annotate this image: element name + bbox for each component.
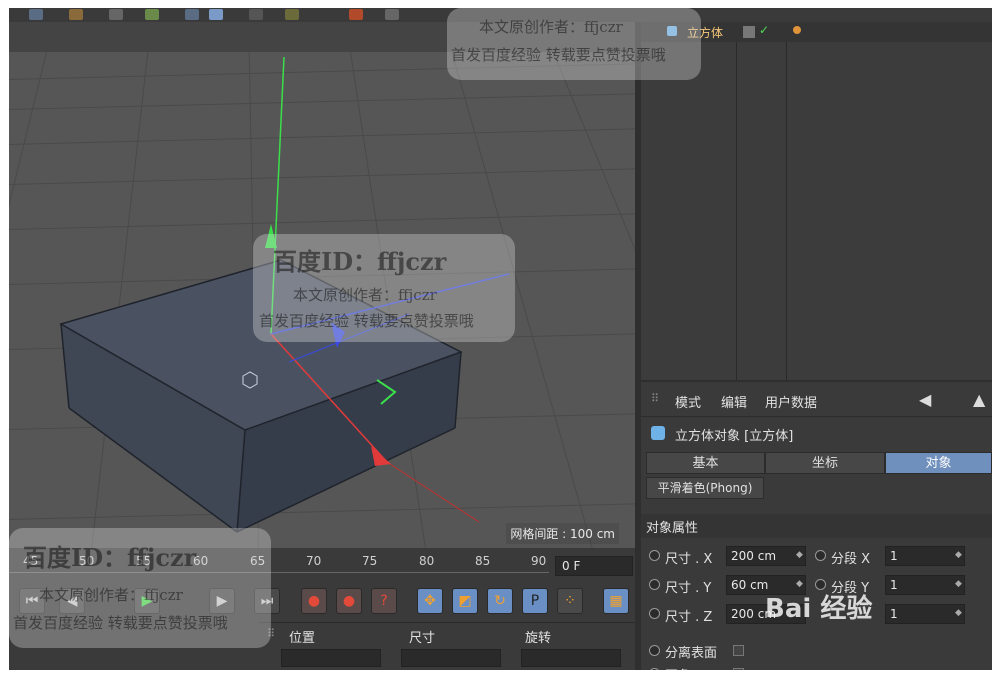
- watermark-bottom-left: 百度ID：ffjczr 本文原创作者：ffjczr 首发百度经验 转载要点赞投票…: [9, 528, 271, 648]
- back-arrow-icon[interactable]: ◀: [919, 390, 931, 409]
- fillet-checkbox[interactable]: [733, 668, 744, 670]
- baidu-logo-watermark: Bai 经验: [765, 594, 873, 624]
- tool-icon[interactable]: [249, 9, 263, 20]
- animate-radio[interactable]: [649, 645, 660, 656]
- menu-user-data[interactable]: 用户数据: [765, 392, 817, 411]
- up-arrow-icon[interactable]: ▲: [973, 390, 985, 409]
- timeline-tick: 75: [362, 554, 378, 568]
- checkmark-icon[interactable]: ✓: [759, 23, 769, 37]
- size-x-field[interactable]: 200 cm: [726, 546, 806, 566]
- size-y-label: 尺寸 . Y: [665, 581, 712, 596]
- tool-icon[interactable]: [109, 9, 123, 20]
- coord-rotation-header: 旋转: [525, 631, 552, 646]
- segments-z-field[interactable]: 1: [885, 604, 965, 624]
- record-key-icon[interactable]: ●: [301, 588, 327, 614]
- menu-mode[interactable]: 模式: [675, 392, 701, 411]
- segments-x-field[interactable]: 1: [885, 546, 965, 566]
- separate-surfaces-checkbox[interactable]: [733, 645, 744, 656]
- tool-icon[interactable]: [145, 9, 159, 20]
- rotate-tool-icon[interactable]: ↻: [487, 588, 513, 614]
- menu-edit[interactable]: 编辑: [721, 392, 747, 411]
- coord-size-header: 尺寸: [409, 631, 436, 646]
- watermark-author: 本文原创作者：ffjczr: [479, 18, 623, 36]
- grip-icon[interactable]: ⠿: [651, 392, 659, 405]
- coord-position-field[interactable]: [281, 649, 381, 667]
- watermark-source: 首发百度经验 转载要点赞投票哦: [13, 614, 228, 632]
- segments-y-field[interactable]: 1: [885, 575, 965, 595]
- fillet-label: 圆角: [665, 665, 691, 670]
- size-z-label: 尺寸 . Z: [665, 610, 713, 625]
- tab-coordinates[interactable]: 坐标: [765, 452, 885, 474]
- size-x-label: 尺寸 . X: [665, 552, 713, 567]
- watermark-top: 本文原创作者：ffjczr 首发百度经验 转载要点赞投票哦: [447, 8, 701, 80]
- stepper-icon[interactable]: ◆: [955, 579, 962, 589]
- material-tag-icon[interactable]: [793, 26, 801, 34]
- section-title: 对象属性: [646, 521, 699, 536]
- tab-object[interactable]: 对象: [885, 452, 992, 474]
- object-title: 立方体对象 [立方体]: [675, 429, 794, 444]
- animate-radio[interactable]: [649, 550, 660, 561]
- segments-x-label: 分段 X: [831, 552, 871, 567]
- watermark-author: 本文原创作者：ffjczr: [293, 286, 437, 304]
- attributes-menubar: ⠿ 模式 编辑 用户数据 ◀ ▲: [641, 382, 992, 417]
- layer-icon[interactable]: [743, 26, 755, 38]
- watermark-center: 百度ID：ffjczr 本文原创作者：ffjczr 首发百度经验 转载要点赞投票…: [253, 234, 515, 342]
- watermark-source: 首发百度经验 转载要点赞投票哦: [259, 312, 474, 330]
- coord-size-field[interactable]: [401, 649, 501, 667]
- scale-tool-icon[interactable]: ◩: [452, 588, 478, 614]
- animate-radio[interactable]: [649, 668, 660, 670]
- tool-icon[interactable]: [285, 9, 299, 20]
- separate-surfaces-label: 分离表面: [665, 646, 718, 661]
- animate-radio[interactable]: [649, 579, 660, 590]
- watermark-id: 百度ID：ffjczr: [23, 543, 197, 572]
- animate-radio[interactable]: [649, 608, 660, 619]
- timeline-tick: 90: [531, 554, 547, 568]
- stepper-icon[interactable]: ◆: [955, 550, 962, 560]
- attributes-manager: ⠿ 模式 编辑 用户数据 ◀ ▲ 立方体对象 [立方体] 基本 坐标 对象 平滑…: [641, 382, 992, 670]
- coord-rotation-field[interactable]: [521, 649, 621, 667]
- current-frame-field[interactable]: 0 F: [555, 556, 633, 576]
- tool-icon[interactable]: [385, 9, 399, 20]
- tool-icon[interactable]: [349, 9, 363, 20]
- cube-object-icon: [651, 426, 665, 440]
- points-tool-icon[interactable]: ⁘: [557, 588, 583, 614]
- help-icon[interactable]: ?: [371, 588, 397, 614]
- coordinates-manager: ⠿ 位置 尺寸 旋转: [259, 622, 635, 670]
- watermark-source: 首发百度经验 转载要点赞投票哦: [451, 46, 666, 64]
- coord-position-header: 位置: [289, 631, 316, 646]
- animate-radio[interactable]: [815, 550, 826, 561]
- watermark-author: 本文原创作者：ffjczr: [39, 586, 183, 604]
- tab-phong[interactable]: 平滑着色(Phong): [646, 477, 764, 499]
- film-icon[interactable]: ▦: [603, 588, 629, 614]
- grid-spacing-readout: 网格间距 : 100 cm: [506, 523, 619, 544]
- timeline-tick: 80: [419, 554, 435, 568]
- tool-icon[interactable]: [69, 9, 83, 20]
- tool-icon[interactable]: [209, 9, 223, 20]
- move-tool-icon[interactable]: ✥: [417, 588, 443, 614]
- timeline-tick: 85: [475, 554, 491, 568]
- stepper-icon[interactable]: ◆: [955, 608, 962, 618]
- auto-key-icon[interactable]: ●: [336, 588, 362, 614]
- tab-basic[interactable]: 基本: [646, 452, 765, 474]
- tool-icon[interactable]: [29, 9, 43, 20]
- param-tool-icon[interactable]: P: [522, 588, 548, 614]
- timeline-tick: 70: [306, 554, 322, 568]
- watermark-id: 百度ID：ffjczr: [273, 247, 447, 276]
- app-window: 网格间距 : 100 cm 立方体 ✓ ⠿ 模式 编辑 用户数据 ◀ ▲ 立方体…: [9, 8, 992, 670]
- stepper-icon[interactable]: ◆: [796, 550, 803, 560]
- tool-icon[interactable]: [185, 9, 199, 20]
